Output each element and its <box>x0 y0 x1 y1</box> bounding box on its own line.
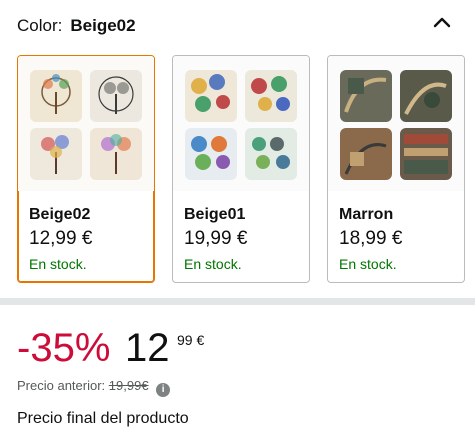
price-fraction: 99 € <box>177 332 205 348</box>
variant-image-marron <box>328 56 464 191</box>
final-price-label: Precio final del producto <box>17 410 189 427</box>
variant-card-marron[interactable]: Marron 18,99 € En stock. <box>327 55 465 283</box>
color-label: Color: Beige02 <box>17 16 136 36</box>
variant-name: Beige01 <box>184 206 246 223</box>
color-selector-header[interactable]: Color: Beige02 <box>0 0 475 52</box>
variant-stock: En stock. <box>184 256 242 272</box>
previous-price-label: Precio anterior: <box>17 378 106 393</box>
previous-price: Precio anterior: 19,99€ i <box>17 378 171 397</box>
chevron-up-icon[interactable] <box>433 15 451 29</box>
variant-name: Marron <box>339 206 394 223</box>
variant-price: 18,99 € <box>339 228 403 249</box>
info-icon[interactable]: i <box>156 383 171 397</box>
variant-price: 12,99 € <box>29 228 93 249</box>
variant-name: Beige02 <box>29 206 91 223</box>
variant-image-beige01 <box>173 56 309 191</box>
section-divider <box>0 298 475 305</box>
variant-card-beige01[interactable]: Beige01 19,99 € En stock. <box>172 55 310 283</box>
variant-image-beige02 <box>18 56 154 191</box>
color-label-text: Color: <box>17 16 63 35</box>
variant-options: Beige02 12,99 € En stock. Beige01 19,99 … <box>17 55 467 283</box>
selected-color-value: Beige02 <box>70 16 136 35</box>
price-whole: 12 <box>125 326 170 370</box>
discount-percentage: -35% <box>17 326 111 370</box>
variant-stock: En stock. <box>29 256 87 272</box>
variant-card-beige02[interactable]: Beige02 12,99 € En stock. <box>17 55 155 283</box>
variant-stock: En stock. <box>339 256 397 272</box>
variant-price: 19,99 € <box>184 228 248 249</box>
previous-price-value: 19,99€ <box>108 378 149 393</box>
